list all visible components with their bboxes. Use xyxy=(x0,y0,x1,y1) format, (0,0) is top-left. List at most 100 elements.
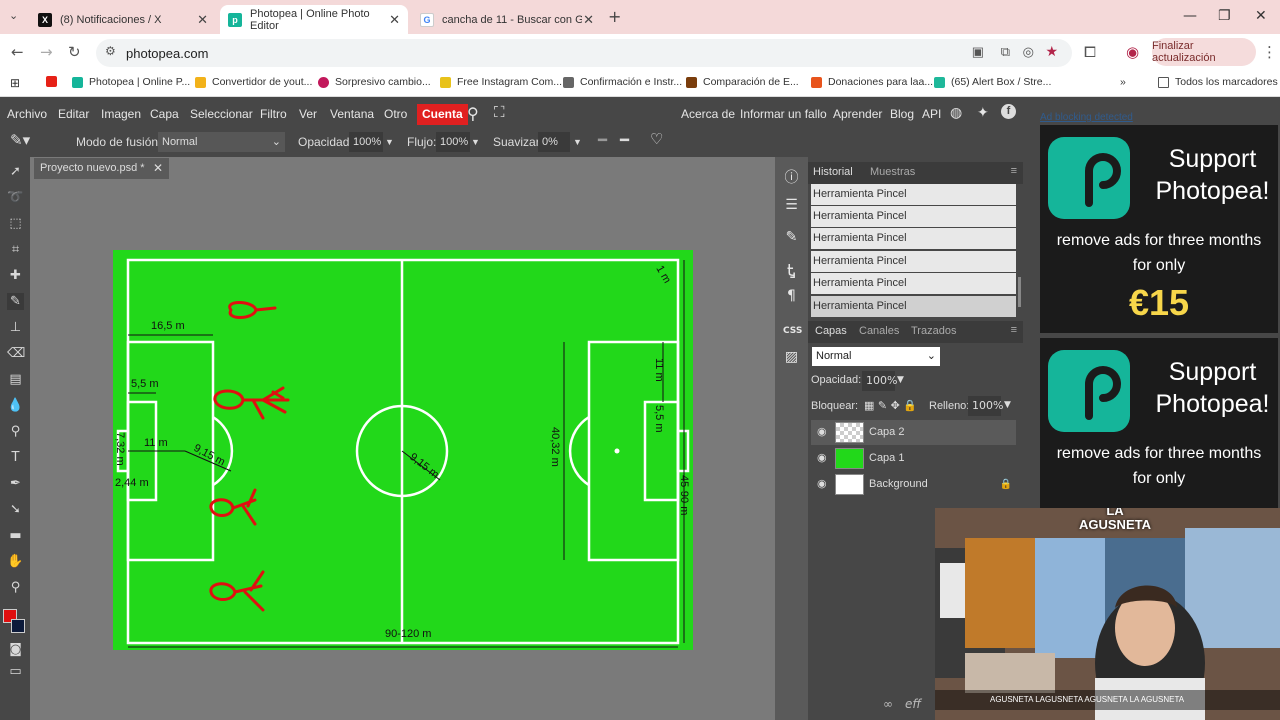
all-bookmarks[interactable]: Todos los marcadores xyxy=(1158,76,1278,88)
maximize-button[interactable]: ❐ xyxy=(1218,8,1231,24)
twitter-icon[interactable]: ✦ xyxy=(977,104,989,121)
quick-select-icon[interactable]: ⬚ xyxy=(7,215,24,232)
pen-tool-icon[interactable]: ✒ xyxy=(7,475,24,492)
apps-grid-icon[interactable]: ⊞ xyxy=(10,76,20,90)
symmetry-heart-icon[interactable]: ♡ xyxy=(650,130,663,148)
youtube-icon[interactable] xyxy=(46,76,63,87)
bookmark-item[interactable]: Free Instagram Com... xyxy=(440,76,562,88)
link-report-bug[interactable]: Informar un fallo xyxy=(740,107,827,121)
tab-trazados[interactable]: Trazados xyxy=(911,325,956,337)
quick-mask-icon[interactable]: ◙ xyxy=(7,641,24,658)
bookmark-item[interactable]: Confirmación e Instr... xyxy=(563,76,682,88)
link-learn[interactable]: Aprender xyxy=(833,107,882,121)
account-button[interactable]: Cuenta xyxy=(417,104,468,125)
background-color-swatch[interactable] xyxy=(11,619,25,633)
lock-icons[interactable]: ▦ ✎ ✥ 🔒 xyxy=(864,399,917,412)
bookmark-item[interactable]: (65) Alert Box / Stre... xyxy=(934,76,1051,88)
link-blog[interactable]: Blog xyxy=(890,107,914,121)
bookmark-item[interactable]: Convertidor de yout... xyxy=(195,76,312,88)
document-tab[interactable]: Proyecto nuevo.psd * ✕ xyxy=(34,158,169,179)
facebook-icon[interactable]: f xyxy=(1001,104,1016,119)
tab-historial[interactable]: Historial xyxy=(813,166,853,178)
panel-menu-icon[interactable]: ≡ xyxy=(1011,165,1017,177)
bookmark-item[interactable]: Sorpresivo cambio... xyxy=(318,76,431,88)
update-button[interactable]: Finalizar actualización xyxy=(1152,38,1256,66)
link-api[interactable]: API xyxy=(922,107,941,121)
close-icon[interactable]: ✕ xyxy=(389,12,400,28)
image-icon[interactable]: ▨ xyxy=(783,349,800,366)
layer-effects-icon[interactable]: eff xyxy=(905,697,921,711)
layer-row[interactable]: ◉ Capa 2 xyxy=(811,420,1016,445)
caret-down-icon[interactable]: ▼ xyxy=(897,375,904,385)
menu-ventana[interactable]: Ventana xyxy=(330,107,374,121)
tab-capas[interactable]: Capas xyxy=(815,325,847,337)
url-field[interactable]: ⚙ photopea.com ▣ ⧉ ◎ ★ xyxy=(96,39,1072,67)
bookmark-star-icon[interactable]: ★ xyxy=(1045,43,1058,60)
menu-capa[interactable]: Capa xyxy=(150,107,179,121)
paragraph-icon[interactable]: ¶ xyxy=(783,288,800,305)
reload-icon[interactable]: ↻ xyxy=(68,43,81,61)
search-icon[interactable]: ⚲ xyxy=(467,104,479,124)
back-arrow-icon[interactable]: ← xyxy=(11,43,24,61)
more-menu-icon[interactable]: ⋮ xyxy=(1262,43,1277,61)
chevron-right-icon[interactable]: » xyxy=(1120,76,1126,88)
tab-muestras[interactable]: Muestras xyxy=(870,166,915,178)
lasso-tool-icon[interactable]: ➰ xyxy=(7,189,24,206)
close-icon[interactable]: ✕ xyxy=(583,12,594,28)
eye-icon[interactable]: ◉ xyxy=(817,446,827,471)
link-about[interactable]: Acerca de xyxy=(681,107,735,121)
tab-photopea[interactable]: p Photopea | Online Photo Editor ✕ xyxy=(220,5,408,34)
move-tool-icon[interactable]: ➚ xyxy=(7,163,24,180)
path-select-icon[interactable]: ➘ xyxy=(7,501,24,518)
tab-search-icon[interactable]: ⌄ xyxy=(9,9,18,22)
ad-banner[interactable]: Support Photopea! remove ads for three m… xyxy=(1040,125,1278,333)
opacity-input[interactable]: 100% xyxy=(349,132,383,152)
history-scrollbar[interactable] xyxy=(1018,277,1021,307)
cast-icon[interactable]: ⧉ xyxy=(1001,44,1010,60)
window-close-button[interactable]: ✕ xyxy=(1255,8,1267,24)
football-field-canvas[interactable]: 16,5 m 5,5 m 11 m 9,15 m 7,32 m 2,44 m 9… xyxy=(113,250,693,650)
adjustments-icon[interactable]: ☰ xyxy=(783,197,800,214)
layer-opacity-input[interactable]: 100% xyxy=(862,371,897,391)
screen-mode-icon[interactable]: ▭ xyxy=(7,663,24,680)
eraser-tool-icon[interactable]: ⌫ xyxy=(7,345,25,362)
eye-icon[interactable]: ◉ xyxy=(817,420,827,445)
menu-imagen[interactable]: Imagen xyxy=(101,107,141,121)
character-icon[interactable]: Ꮏ xyxy=(783,262,800,279)
layer-blend-select[interactable]: Normal ⌄ xyxy=(812,347,940,366)
eye-icon[interactable]: ◉ xyxy=(817,472,827,497)
caret-down-icon[interactable]: ▼ xyxy=(385,137,394,147)
close-icon[interactable]: ✕ xyxy=(153,158,163,179)
close-icon[interactable]: ✕ xyxy=(197,12,208,28)
new-tab-button[interactable]: + xyxy=(608,7,621,26)
healing-tool-icon[interactable]: ✚ xyxy=(7,267,24,284)
zoom-tool-icon[interactable]: ⚲ xyxy=(7,579,24,596)
menu-archivo[interactable]: Archivo xyxy=(7,107,47,121)
pressure-opacity-icon[interactable]: ━ xyxy=(620,131,629,149)
panel-menu-icon[interactable]: ≡ xyxy=(1011,324,1017,336)
brush-preset-icon[interactable]: ✎▾ xyxy=(10,131,30,149)
flow-input[interactable]: 100% xyxy=(436,132,470,152)
gradient-tool-icon[interactable]: ▤ xyxy=(7,371,24,388)
stamp-tool-icon[interactable]: ⊥ xyxy=(7,319,24,336)
history-item[interactable]: Herramienta Pincel xyxy=(811,251,1016,272)
caret-down-icon[interactable]: ▼ xyxy=(573,137,582,147)
menu-filtro[interactable]: Filtro xyxy=(260,107,287,121)
layer-row[interactable]: ◉ Capa 1 xyxy=(811,446,1016,471)
site-info-icon[interactable]: ⚙ xyxy=(105,44,116,58)
pressure-size-icon[interactable]: ━ xyxy=(598,131,607,149)
bookmark-item[interactable]: Comparación de E... xyxy=(686,76,799,88)
fullscreen-icon[interactable]: ⛶ xyxy=(494,104,505,121)
layer-link-icon[interactable]: ∞ xyxy=(883,697,893,711)
caret-down-icon[interactable]: ▼ xyxy=(1004,400,1011,410)
dodge-tool-icon[interactable]: ⚲ xyxy=(7,423,24,440)
bookmark-item[interactable]: Donaciones para laa... xyxy=(811,76,933,88)
extensions-icon[interactable]: ⧠ xyxy=(1084,43,1096,61)
install-icon[interactable]: ▣ xyxy=(972,44,984,60)
caret-down-icon[interactable]: ▼ xyxy=(471,137,480,147)
bookmark-item[interactable]: Photopea | Online P... xyxy=(72,76,190,88)
fill-input[interactable]: 100% xyxy=(968,396,1003,416)
menu-ver[interactable]: Ver xyxy=(299,107,317,121)
css-icon[interactable]: CSS xyxy=(783,323,802,340)
tab-canales[interactable]: Canales xyxy=(859,325,899,337)
